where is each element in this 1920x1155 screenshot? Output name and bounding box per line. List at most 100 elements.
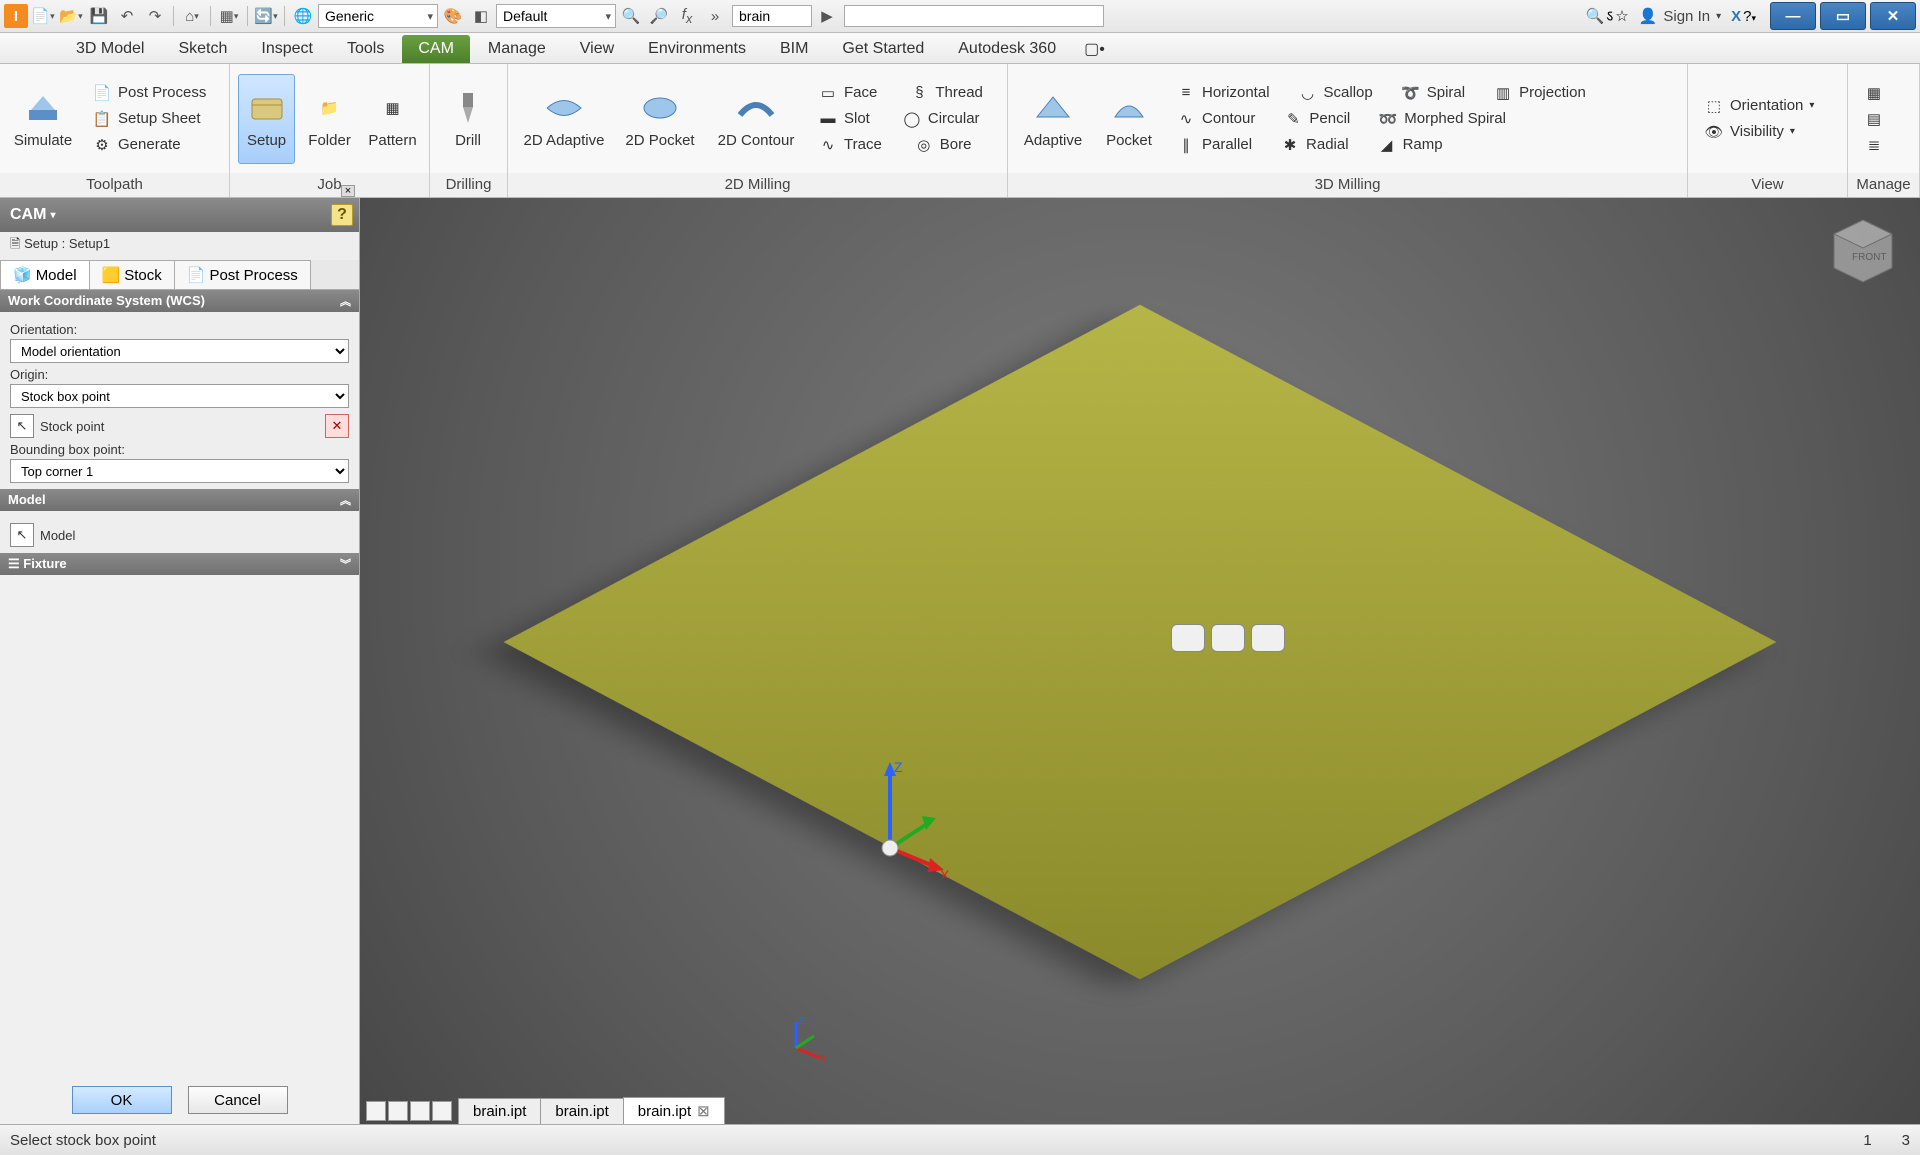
2d-contour-button[interactable]: 2D Contour (708, 74, 804, 164)
mini-btn-3[interactable] (1251, 624, 1285, 652)
search-input[interactable] (732, 5, 812, 27)
search-go-icon[interactable]: ▶ (814, 3, 840, 29)
doc-nav-3[interactable] (410, 1101, 430, 1121)
material-combo[interactable]: Generic (318, 4, 438, 28)
search-icon[interactable]: 🔍 (1586, 7, 1605, 25)
tab-online-icon[interactable]: ▢• (1074, 35, 1115, 63)
window-minimize-button[interactable]: — (1770, 2, 1816, 30)
face-button[interactable]: ▭Face (810, 81, 885, 105)
close-tab-icon[interactable]: ⊠ (697, 1102, 710, 1120)
adjust-remove-icon[interactable]: 🔎 (646, 3, 672, 29)
drill-button[interactable]: Drill (438, 74, 498, 164)
model-section-header[interactable]: Model︽ (0, 489, 359, 511)
pattern-button[interactable]: ▦ Pattern (364, 74, 421, 164)
globe-icon[interactable]: 🌐 (290, 3, 316, 29)
circular-button[interactable]: ◯Circular (894, 107, 988, 131)
3d-pocket-button[interactable]: Pocket (1096, 74, 1162, 164)
spiral-button[interactable]: ➰Spiral (1393, 81, 1473, 105)
key-icon[interactable]: ऽ (1606, 6, 1613, 26)
mini-btn-2[interactable] (1211, 624, 1245, 652)
setup-sheet-button[interactable]: 📋Setup Sheet (84, 107, 214, 131)
undo-icon[interactable]: ↶ (114, 3, 140, 29)
tab-bim[interactable]: BIM (764, 35, 824, 63)
folder-button[interactable]: 📁 Folder (301, 74, 358, 164)
favorite-icon[interactable]: ☆ (1615, 7, 1628, 25)
panel-tab-model[interactable]: 🧊Model (0, 260, 90, 289)
orientation-button[interactable]: ⬚Orientation ▾ (1696, 94, 1822, 118)
pick-model-button[interactable]: ↖ (10, 523, 34, 547)
window-maximize-button[interactable]: ▭ (1820, 2, 1866, 30)
refresh-icon[interactable]: 🔄▾ (253, 3, 279, 29)
help-search-box[interactable] (844, 5, 1104, 27)
horizontal-button[interactable]: ≡Horizontal (1168, 81, 1278, 105)
ramp-button[interactable]: ◢Ramp (1369, 133, 1451, 157)
tab-view[interactable]: View (564, 35, 630, 63)
doc-nav-4[interactable] (432, 1101, 452, 1121)
fx-icon[interactable]: fx (674, 3, 700, 29)
generate-button[interactable]: ⚙Generate (84, 133, 214, 157)
color-wheel-icon[interactable]: 🎨 (440, 3, 466, 29)
bore-button[interactable]: ◎Bore (906, 133, 980, 157)
qat-overflow-icon[interactable]: » (702, 3, 728, 29)
save-icon[interactable]: 💾 (86, 3, 112, 29)
doc-tab-2[interactable]: brain.ipt (540, 1098, 623, 1124)
panel-tab-stock[interactable]: 🟨Stock (89, 260, 175, 289)
tab-environments[interactable]: Environments (632, 35, 762, 63)
doc-tab-3[interactable]: brain.ipt ⊠ (623, 1097, 725, 1124)
contour-3d-button[interactable]: ∿Contour (1168, 107, 1263, 131)
doc-nav-2[interactable] (388, 1101, 408, 1121)
new-icon[interactable]: 📄▾ (30, 3, 56, 29)
2d-adaptive-button[interactable]: 2D Adaptive (516, 74, 612, 164)
origin-select[interactable]: Stock box point (10, 384, 349, 408)
panel-close-button[interactable]: × (341, 185, 355, 197)
visibility-button[interactable]: 👁Visibility ▾ (1696, 120, 1822, 144)
adjust-add-icon[interactable]: 🔍 (618, 3, 644, 29)
scallop-button[interactable]: ◡Scallop (1290, 81, 1381, 105)
parallel-button[interactable]: ∥Parallel (1168, 133, 1260, 157)
app-icon[interactable]: I (4, 4, 28, 28)
cancel-button[interactable]: Cancel (188, 1086, 288, 1114)
simulate-button[interactable]: Simulate (8, 74, 78, 164)
tab-autodesk-360[interactable]: Autodesk 360 (942, 35, 1072, 63)
help-icon[interactable]: ?▾ (1743, 8, 1756, 25)
panel-help-button[interactable]: ? (331, 204, 353, 226)
morphed-spiral-button[interactable]: ➿Morphed Spiral (1370, 107, 1514, 131)
open-icon[interactable]: 📂▾ (58, 3, 84, 29)
tab-get-started[interactable]: Get Started (826, 35, 940, 63)
sign-in-button[interactable]: 👤 Sign In ▾ (1631, 7, 1729, 25)
doc-tab-1[interactable]: brain.ipt (458, 1098, 541, 1124)
axis-gizmo[interactable]: Z X (860, 758, 960, 878)
panel-tab-post[interactable]: 📄Post Process (174, 260, 311, 289)
doc-nav-1[interactable] (366, 1101, 386, 1121)
3d-viewport[interactable]: Z X Z X FRONT (360, 198, 1920, 1124)
manage-btn-3[interactable]: ≣ (1856, 133, 1892, 157)
window-close-button[interactable]: ✕ (1870, 2, 1916, 30)
ok-button[interactable]: OK (72, 1086, 172, 1114)
tab-3d-model[interactable]: 3D Model (60, 35, 160, 63)
2d-pocket-button[interactable]: 2D Pocket (618, 74, 702, 164)
tab-sketch[interactable]: Sketch (162, 35, 243, 63)
slot-button[interactable]: ▬Slot (810, 107, 878, 131)
orientation-select[interactable]: Model orientation (10, 339, 349, 363)
post-process-button[interactable]: 📄Post Process (84, 81, 214, 105)
appearance-combo[interactable]: Default (496, 4, 616, 28)
mini-btn-1[interactable] (1171, 624, 1205, 652)
projection-button[interactable]: ▥Projection (1485, 81, 1594, 105)
tab-cam[interactable]: CAM (402, 35, 470, 63)
appearance-icon[interactable]: ◧ (468, 3, 494, 29)
bbox-select[interactable]: Top corner 1 (10, 459, 349, 483)
pencil-button[interactable]: ✎Pencil (1275, 107, 1358, 131)
tab-tools[interactable]: Tools (331, 35, 400, 63)
wcs-section-header[interactable]: Work Coordinate System (WCS)︽ (0, 290, 359, 312)
clear-point-button[interactable]: ✕ (325, 414, 349, 438)
trace-button[interactable]: ∿Trace (810, 133, 890, 157)
manage-btn-1[interactable]: ▦ (1856, 81, 1892, 105)
manage-btn-2[interactable]: ▤ (1856, 107, 1892, 131)
3d-adaptive-button[interactable]: Adaptive (1016, 74, 1090, 164)
fixture-section-header[interactable]: ☰ Fixture︾ (0, 553, 359, 575)
view-cube[interactable]: FRONT (1828, 214, 1898, 284)
pick-point-button[interactable]: ↖ (10, 414, 34, 438)
thread-button[interactable]: §Thread (901, 81, 991, 105)
tab-manage[interactable]: Manage (472, 35, 562, 63)
exchange-icon[interactable]: X (1731, 8, 1741, 25)
